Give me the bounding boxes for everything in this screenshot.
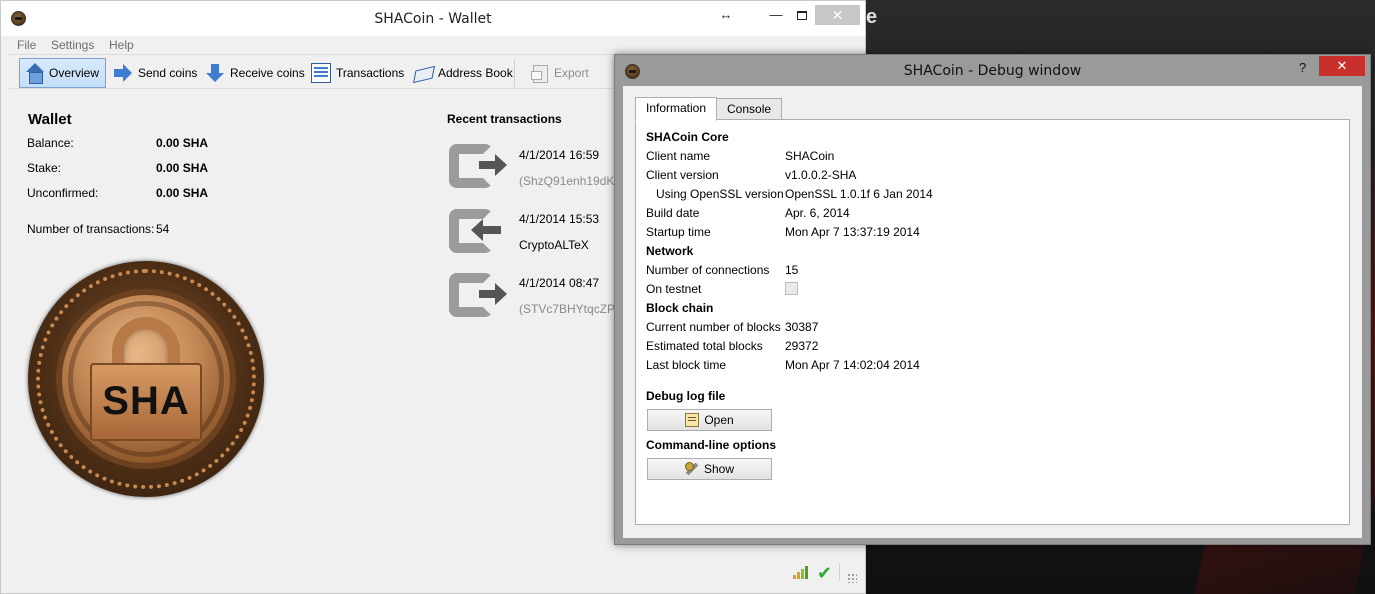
testnet-checkbox bbox=[785, 282, 798, 295]
unconfirmed-value: 0.00 SHA bbox=[156, 186, 209, 200]
testnet-label: On testnet bbox=[646, 282, 702, 296]
unconfirmed-label: Unconfirmed: bbox=[27, 186, 99, 200]
transaction-date: 4/1/2014 15:53 bbox=[519, 212, 600, 226]
build-date-value: Apr. 6, 2014 bbox=[785, 206, 850, 220]
status-separator bbox=[839, 563, 840, 581]
debug-window-body: Information Console SHACoin Core Client … bbox=[623, 86, 1362, 538]
section-block-chain: Block chain bbox=[646, 301, 714, 315]
show-button-label: Show bbox=[703, 462, 735, 476]
num-transactions-value: 54 bbox=[156, 222, 170, 236]
overview-button[interactable]: Overview bbox=[19, 58, 106, 88]
menu-help[interactable]: Help bbox=[109, 38, 134, 52]
build-date-label: Build date bbox=[646, 206, 700, 220]
client-version-value: v1.0.0.2-SHA bbox=[785, 168, 857, 182]
export-icon bbox=[529, 63, 549, 83]
section-command-line: Command-line options bbox=[646, 438, 776, 452]
connections-signal-icon[interactable] bbox=[793, 563, 811, 579]
transaction-address[interactable]: CryptoALTeX bbox=[519, 238, 589, 252]
address-book-icon bbox=[413, 63, 433, 83]
last-block-time-value: Mon Apr 7 14:02:04 2014 bbox=[785, 358, 920, 372]
num-transactions-label: Number of transactions: bbox=[27, 222, 155, 236]
export-button[interactable]: Export bbox=[525, 58, 593, 88]
maximize-icon bbox=[797, 11, 807, 21]
balance-label: Balance: bbox=[27, 136, 74, 150]
current-blocks-label: Current number of blocks bbox=[646, 320, 781, 334]
address-book-button[interactable]: Address Book bbox=[409, 58, 517, 88]
estimated-blocks-value: 29372 bbox=[785, 339, 819, 353]
openssl-version-value: OpenSSL 1.0.1f 6 Jan 2014 bbox=[785, 187, 933, 201]
tab-information[interactable]: Information bbox=[635, 97, 718, 121]
outgoing-transaction-icon bbox=[447, 271, 511, 323]
incoming-transaction-icon bbox=[447, 207, 511, 259]
home-icon bbox=[24, 63, 44, 84]
transaction-date: 4/1/2014 16:59 bbox=[519, 148, 600, 162]
information-panel: SHACoin Core Client name SHACoin Client … bbox=[635, 119, 1350, 525]
section-core: SHACoin Core bbox=[646, 130, 729, 144]
section-debug-log: Debug log file bbox=[646, 389, 726, 403]
section-network: Network bbox=[646, 244, 694, 258]
client-name-value: SHACoin bbox=[785, 149, 835, 163]
transactions-label: Transactions bbox=[336, 66, 405, 80]
recent-transactions-heading: Recent transactions bbox=[447, 112, 562, 126]
menu-bar: File Settings Help bbox=[9, 36, 859, 55]
last-block-time-label: Last block time bbox=[646, 358, 727, 372]
send-coins-button[interactable]: Send coins bbox=[109, 58, 201, 88]
transaction-date: 4/1/2014 08:47 bbox=[519, 276, 600, 290]
transactions-button[interactable]: Transactions bbox=[307, 58, 408, 88]
estimated-blocks-label: Estimated total blocks bbox=[646, 339, 763, 353]
menu-settings[interactable]: Settings bbox=[51, 38, 94, 52]
coin-face: SHA bbox=[56, 289, 236, 469]
outgoing-transaction-icon bbox=[447, 142, 511, 194]
wallet-titlebar[interactable]: SHACoin - Wallet ↔ — ✕ bbox=[1, 1, 865, 36]
debug-window: SHACoin - Debug window ? ✕ Information C… bbox=[614, 54, 1371, 545]
debug-window-title: SHACoin - Debug window bbox=[903, 63, 1082, 79]
open-button-label: Open bbox=[704, 413, 734, 427]
client-version-label: Client version bbox=[646, 168, 719, 182]
overview-label: Overview bbox=[49, 66, 100, 80]
resize-icon[interactable]: ↔ bbox=[711, 5, 741, 25]
receive-arrow-icon bbox=[205, 63, 225, 83]
startup-time-label: Startup time bbox=[646, 225, 711, 239]
debug-close-button[interactable]: ✕ bbox=[1319, 56, 1365, 76]
send-coins-label: Send coins bbox=[138, 66, 198, 80]
show-command-line-button[interactable]: Show bbox=[647, 458, 772, 480]
status-bar-icons: ✔ bbox=[793, 563, 853, 583]
receive-coins-label: Receive coins bbox=[230, 66, 305, 80]
startup-time-value: Mon Apr 7 13:37:19 2014 bbox=[785, 225, 920, 239]
synced-check-icon[interactable]: ✔ bbox=[817, 563, 832, 584]
receive-coins-button[interactable]: Receive coins bbox=[201, 58, 309, 88]
send-arrow-icon bbox=[113, 63, 133, 83]
document-icon bbox=[685, 413, 700, 427]
client-name-label: Client name bbox=[646, 149, 711, 163]
shacoin-logo: SHA bbox=[28, 261, 264, 497]
desktop-partial-text: e bbox=[866, 6, 878, 28]
current-blocks-value: 30387 bbox=[785, 320, 819, 334]
transactions-list-icon bbox=[311, 63, 331, 83]
menu-file[interactable]: File bbox=[17, 38, 36, 52]
address-book-label: Address Book bbox=[438, 66, 513, 80]
help-button[interactable]: ? bbox=[1299, 60, 1306, 75]
connections-value: 15 bbox=[785, 263, 799, 277]
open-debug-log-button[interactable]: Open bbox=[647, 409, 772, 431]
maximize-button[interactable] bbox=[787, 5, 817, 25]
stake-value: 0.00 SHA bbox=[156, 161, 209, 175]
openssl-version-label: Using OpenSSL version bbox=[656, 187, 784, 201]
close-button[interactable]: ✕ bbox=[815, 5, 860, 25]
wrench-icon bbox=[684, 462, 699, 476]
balance-value: 0.00 SHA bbox=[156, 136, 209, 150]
coin-text: SHA bbox=[102, 379, 190, 423]
connections-label: Number of connections bbox=[646, 263, 770, 277]
wallet-heading: Wallet bbox=[28, 111, 72, 128]
toolbar-separator bbox=[514, 59, 515, 87]
stake-label: Stake: bbox=[27, 161, 62, 175]
resize-grip[interactable] bbox=[847, 573, 857, 583]
tab-console[interactable]: Console bbox=[716, 98, 783, 120]
export-label: Export bbox=[554, 66, 589, 80]
